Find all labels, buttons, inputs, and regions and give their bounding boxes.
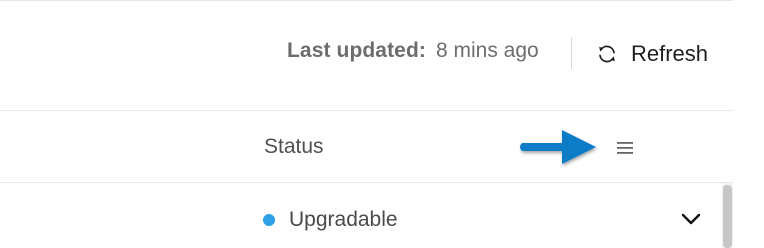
chevron-down-icon[interactable] (680, 211, 702, 227)
status-value: Upgradable (289, 208, 398, 231)
refresh-button[interactable]: Refresh (596, 38, 708, 70)
table-header: Status (0, 110, 733, 183)
table-row[interactable]: Upgradable (0, 183, 733, 248)
scrollbar-thumb[interactable] (723, 185, 732, 248)
pointer-arrow-icon (520, 130, 596, 164)
refresh-icon (596, 43, 618, 65)
status-column-header[interactable]: Status (264, 135, 324, 159)
refresh-label: Refresh (631, 41, 709, 66)
toolbar-divider (571, 37, 572, 69)
toolbar: Last updated: 8 mins ago Refresh (0, 0, 733, 110)
hamburger-menu-icon[interactable] (614, 139, 636, 157)
app-panel: Last updated: 8 mins ago Refresh Status (0, 0, 733, 248)
status-indicator-dot (263, 214, 275, 226)
last-updated-label: Last updated: (287, 39, 426, 62)
last-updated-value: 8 mins ago (436, 39, 539, 62)
vertical-scrollbar[interactable] (722, 183, 733, 248)
right-gutter (733, 0, 764, 248)
